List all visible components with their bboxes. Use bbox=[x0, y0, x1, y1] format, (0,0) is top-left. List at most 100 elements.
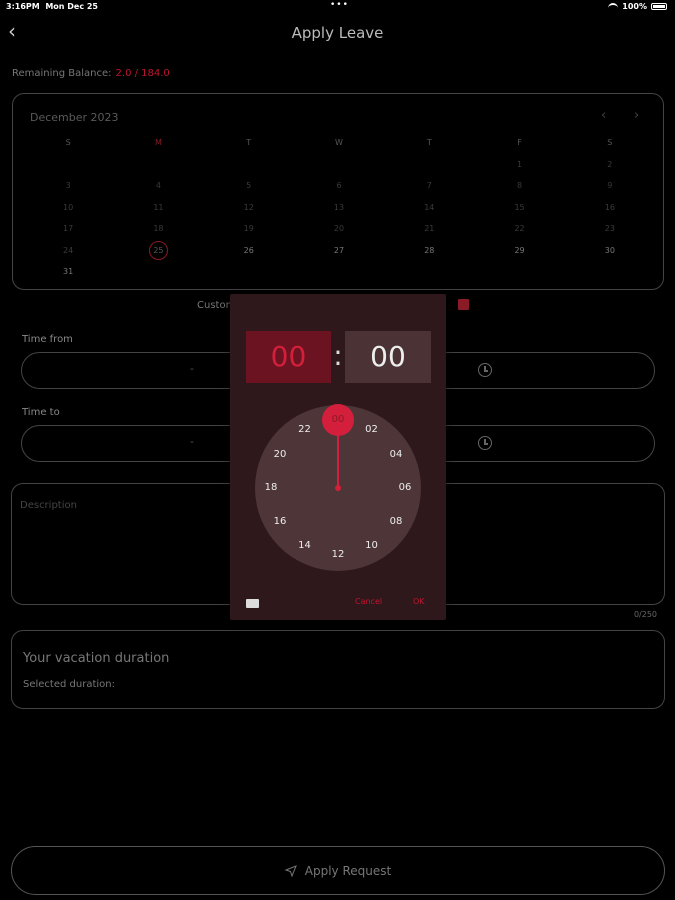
character-counter: 0/250 bbox=[633, 610, 657, 619]
calendar-empty-cell bbox=[113, 154, 203, 176]
calendar-day[interactable]: 5 bbox=[204, 175, 294, 197]
battery-percent: 100% bbox=[622, 2, 647, 11]
calendar-empty-cell bbox=[204, 261, 294, 283]
calendar-empty-cell bbox=[384, 261, 474, 283]
dial-selected-hour[interactable]: 00 bbox=[322, 404, 354, 436]
weekday-label: S bbox=[607, 138, 613, 147]
calendar-day[interactable]: 8 bbox=[474, 175, 564, 197]
clock-icon[interactable] bbox=[478, 436, 492, 450]
calendar-empty-cell bbox=[113, 261, 203, 283]
dial-hour-18[interactable]: 18 bbox=[259, 480, 283, 496]
page-title: Apply Leave bbox=[291, 24, 384, 42]
time-separator: : bbox=[333, 339, 343, 372]
balance-value: 2.0 / 184.0 bbox=[115, 68, 170, 79]
multitask-dots[interactable]: ••• bbox=[330, 0, 349, 10]
time-to-label: Time to bbox=[22, 407, 60, 418]
wifi-icon bbox=[608, 3, 619, 10]
calendar-empty-cell bbox=[384, 154, 474, 176]
selected-duration-label: Selected duration: bbox=[23, 679, 115, 690]
calendar-day[interactable]: 29 bbox=[474, 240, 564, 262]
calendar-day[interactable]: 26 bbox=[204, 240, 294, 262]
time-from-value: - bbox=[190, 362, 194, 375]
dial-hour-10[interactable]: 10 bbox=[360, 538, 384, 554]
calendar-empty-cell bbox=[565, 261, 655, 283]
calendar-day[interactable]: 22 bbox=[474, 218, 564, 240]
status-bar: 3:16PM Mon Dec 25 ••• 100% bbox=[0, 0, 675, 14]
selected-day-circle[interactable]: 25 bbox=[148, 240, 168, 260]
calendar-day[interactable]: 6 bbox=[294, 175, 384, 197]
calendar-day[interactable]: 31 bbox=[23, 261, 113, 283]
calendar-day[interactable]: 7 bbox=[384, 175, 474, 197]
calendar-day[interactable]: 3 bbox=[23, 175, 113, 197]
status-time: 3:16PM Mon Dec 25 bbox=[6, 2, 98, 11]
calendar-day[interactable]: 18 bbox=[113, 218, 203, 240]
calendar-day[interactable]: 23 bbox=[565, 218, 655, 240]
custom-checkbox[interactable] bbox=[458, 299, 469, 310]
calendar-day[interactable]: 16 bbox=[565, 197, 655, 219]
weekday-label: F bbox=[517, 138, 522, 147]
calendar-empty-cell bbox=[23, 154, 113, 176]
calendar-empty-cell bbox=[204, 154, 294, 176]
keyboard-icon[interactable] bbox=[246, 599, 259, 608]
weekday-label: M bbox=[154, 138, 162, 147]
battery-icon bbox=[651, 3, 667, 10]
time-picker-dialog: 00 : 00 00 02 04 06 08 10 12 14 16 18 20 22 Cancel… bbox=[230, 294, 446, 620]
apply-request-button[interactable]: Apply Request bbox=[11, 846, 665, 895]
cancel-button[interactable]: Cancel bbox=[355, 597, 382, 606]
dial-hour-06[interactable]: 06 bbox=[393, 480, 417, 496]
calendar-empty-cell bbox=[294, 261, 384, 283]
dial-hour-14[interactable]: 14 bbox=[293, 538, 317, 554]
description-placeholder: Description bbox=[20, 500, 77, 511]
calendar-day[interactable]: 30 bbox=[565, 240, 655, 262]
next-month-icon[interactable]: › bbox=[634, 108, 639, 123]
calendar-day[interactable]: 2 bbox=[565, 154, 655, 176]
dial-hour-04[interactable]: 04 bbox=[384, 447, 408, 463]
balance-label: Remaining Balance: bbox=[12, 68, 112, 79]
weekday-label: T bbox=[426, 138, 432, 147]
calendar-day[interactable]: 17 bbox=[23, 218, 113, 240]
calendar-day[interactable]: 12 bbox=[204, 197, 294, 219]
send-icon bbox=[284, 864, 297, 877]
calendar-day[interactable]: 4 bbox=[113, 175, 203, 197]
calendar-day[interactable]: 27 bbox=[294, 240, 384, 262]
calendar-empty-cell bbox=[294, 154, 384, 176]
calendar-empty-cell bbox=[474, 261, 564, 283]
dial-hour-12[interactable]: 12 bbox=[326, 547, 350, 563]
remaining-balance: Remaining Balance: 2.0 / 184.0 bbox=[12, 68, 170, 79]
calendar-day[interactable]: 9 bbox=[565, 175, 655, 197]
calendar-day[interactable]: 24 bbox=[23, 240, 113, 262]
dial-center bbox=[335, 485, 341, 491]
calendar-day[interactable]: 1 bbox=[474, 154, 564, 176]
calendar-day[interactable]: 15 bbox=[474, 197, 564, 219]
minute-display[interactable]: 00 bbox=[345, 331, 431, 383]
calendar-day[interactable]: 14 bbox=[384, 197, 474, 219]
calendar-day-selected[interactable]: 25 bbox=[113, 240, 203, 262]
dial-hour-22[interactable]: 22 bbox=[293, 422, 317, 438]
dial-hour-20[interactable]: 20 bbox=[268, 447, 292, 463]
calendar-day[interactable]: 13 bbox=[294, 197, 384, 219]
dial-hour-02[interactable]: 02 bbox=[360, 422, 384, 438]
prev-month-icon[interactable]: ‹ bbox=[601, 108, 606, 123]
calendar-day[interactable]: 28 bbox=[384, 240, 474, 262]
calendar-day[interactable]: 10 bbox=[23, 197, 113, 219]
calendar-day[interactable]: 21 bbox=[384, 218, 474, 240]
hour-display[interactable]: 00 bbox=[246, 331, 331, 383]
apply-request-label: Apply Request bbox=[304, 863, 392, 878]
calendar-day[interactable]: 20 bbox=[294, 218, 384, 240]
calendar-month: December 2023 bbox=[30, 111, 119, 124]
dial-hour-08[interactable]: 08 bbox=[384, 514, 408, 530]
vacation-duration-card: Your vacation duration Selected duration… bbox=[11, 630, 665, 709]
duration-title: Your vacation duration bbox=[23, 651, 170, 666]
status-right: 100% bbox=[608, 2, 667, 11]
time-from-label: Time from bbox=[22, 334, 73, 345]
dial-hour-16[interactable]: 16 bbox=[268, 514, 292, 530]
weekday-label: W bbox=[335, 138, 343, 147]
ok-button[interactable]: OK bbox=[413, 597, 425, 606]
clock-dial[interactable]: 00 02 04 06 08 10 12 14 16 18 20 22 bbox=[255, 404, 421, 571]
weekday-label: T bbox=[246, 138, 252, 147]
weekday-label: S bbox=[65, 138, 71, 147]
calendar-day[interactable]: 11 bbox=[113, 197, 203, 219]
calendar-grid: S M T W T F S 1 2 3 4 5 6 7 8 9 10 11 12 13 14 15 16 17 18 19 20 21… bbox=[23, 132, 655, 283]
calendar-day[interactable]: 19 bbox=[204, 218, 294, 240]
clock-icon[interactable] bbox=[478, 363, 492, 377]
